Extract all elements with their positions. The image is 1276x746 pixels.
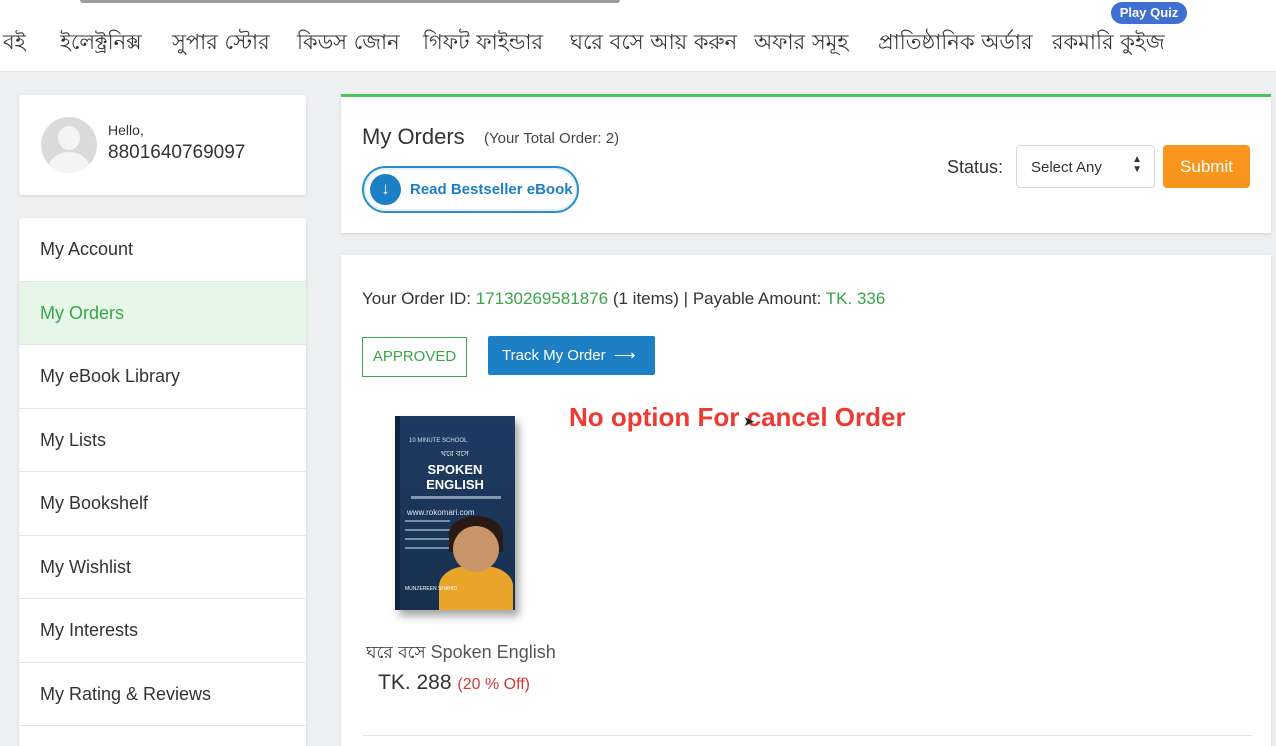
arrow-right-icon: ⟶ — [609, 347, 636, 364]
cover-watermark-url: www.rokomari.com — [407, 508, 475, 517]
sidebar-item-my-ebook-library[interactable]: My eBook Library — [19, 345, 306, 409]
sidebar-item-my-account[interactable]: My Account — [19, 218, 306, 282]
play-quiz-badge[interactable]: Play Quiz — [1111, 2, 1187, 24]
submit-button[interactable]: Submit — [1163, 145, 1250, 188]
avatar-body-shape — [48, 152, 90, 173]
nav-item-books[interactable]: বই — [3, 26, 26, 61]
nav-item-offers[interactable]: অফার সমূহ — [754, 26, 848, 61]
book-price: TK. 288 — [378, 671, 452, 694]
track-my-order-button[interactable]: Track My Order ⟶ — [488, 336, 655, 375]
order-id: 17130269581876 — [475, 289, 609, 308]
avatar[interactable] — [41, 117, 97, 173]
nav-item-electronics[interactable]: ইলেক্ট্রনিক্স — [60, 26, 142, 61]
book-title-bn: ঘরে বসে — [366, 643, 426, 663]
nav-item-kids-zone[interactable]: কিডস জোন — [297, 26, 400, 61]
sidebar-item-my-orders[interactable]: My Orders — [19, 281, 306, 345]
user-phone: 8801640769097 — [108, 142, 246, 163]
cover-title-line2: ENGLISH — [426, 477, 484, 492]
book-title[interactable]: ঘরে বসে Spoken English — [366, 640, 556, 668]
avatar-head-shape — [58, 126, 80, 150]
nav-item-earn-from-home[interactable]: ঘরে বসে আয় করুন — [570, 26, 737, 61]
cover-title-bn: ঘরে বসে — [441, 449, 469, 458]
top-nav: বই ইলেক্ট্রনিক্স সুপার স্টোর কিডস জোন গি… — [0, 0, 1276, 72]
cover-subtitle-bar — [411, 496, 501, 499]
book-title-en: Spoken English — [430, 642, 556, 662]
order-summary-line: Your Order ID: 17130269581876 (1 items) … — [362, 289, 885, 309]
nav-item-gift-finder[interactable]: গিফট ফাইন্ডার — [423, 26, 543, 61]
ebook-button-label: Read Bestseller eBook — [410, 181, 573, 198]
sidebar-item-my-wishlist[interactable]: My Wishlist — [19, 536, 306, 599]
book-cover-image[interactable]: 10 MINUTE SCHOOL ঘরে বসে SPOKEN ENGLISH … — [395, 416, 515, 610]
cover-person-face — [453, 526, 499, 572]
discount-label: (20 % Off) — [457, 676, 531, 693]
account-sidebar: My Account My Orders My eBook Library My… — [19, 218, 306, 746]
profile-card: Hello, 8801640769097 — [19, 95, 306, 195]
total-order-count: (Your Total Order: 2) — [484, 130, 620, 147]
book-spine — [395, 416, 400, 610]
cover-author: MUNZEREEN SHAHID — [405, 586, 457, 592]
payable-label: Payable Amount: — [692, 289, 822, 308]
read-bestseller-ebook-button[interactable]: ↓ Read Bestseller eBook — [362, 166, 579, 213]
payable-amount: TK. 336 — [825, 289, 886, 308]
order-card: Your Order ID: 17130269581876 (1 items) … — [341, 255, 1271, 746]
select-updown-icon: ▲ ▼ — [1132, 154, 1142, 175]
sidebar-item-my-rating-reviews[interactable]: My Rating & Reviews — [19, 663, 306, 726]
status-badge: APPROVED — [362, 337, 467, 377]
top-scrollbar — [80, 0, 620, 3]
status-select[interactable]: Select Any ▲ ▼ — [1016, 145, 1155, 188]
divider — [362, 735, 1252, 736]
sidebar-item-my-lists[interactable]: My Lists — [19, 409, 306, 472]
orders-header-card: My Orders (Your Total Order: 2) ↓ Read B… — [341, 94, 1271, 233]
track-button-label: Track My Order — [502, 347, 606, 364]
status-select-value: Select Any — [1031, 159, 1102, 176]
nav-item-super-store[interactable]: সুপার স্টোর — [172, 26, 270, 61]
cover-title-line1: SPOKEN — [427, 462, 483, 477]
nav-item-rokomari-quiz[interactable]: রকমারি কুইজ — [1052, 26, 1165, 61]
book-price-row: TK. 288 (20 % Off) — [378, 671, 530, 695]
status-label: Status: — [947, 157, 1004, 177]
annotation-note: No option For cancel Order — [569, 402, 906, 432]
download-arrow-icon: ↓ — [370, 174, 401, 205]
cover-publisher: 10 MINUTE SCHOOL — [409, 438, 468, 444]
page-title: My Orders — [362, 124, 465, 149]
nav-item-corporate-order[interactable]: প্রাতিষ্ঠানিক অর্ডার — [878, 26, 1033, 61]
sidebar-item-my-interests[interactable]: My Interests — [19, 599, 306, 663]
cover-bullet-lines — [405, 520, 450, 556]
order-id-label: Your Order ID: — [362, 289, 471, 308]
order-item-count: (1 items) | — [612, 289, 689, 308]
mouse-cursor-icon: ➤ — [743, 413, 755, 429]
sidebar-item-my-bookshelf[interactable]: My Bookshelf — [19, 472, 306, 536]
greeting-text: Hello, — [108, 122, 144, 138]
